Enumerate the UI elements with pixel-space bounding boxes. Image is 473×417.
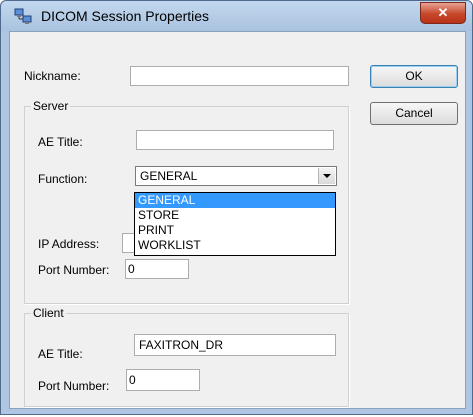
function-option-print[interactable]: PRINT [135,223,335,238]
client-group-title: Client [31,306,66,320]
network-computers-icon [14,8,32,24]
ip-address-label: IP Address: [38,237,100,251]
function-label: Function: [38,172,88,186]
dialog-window: DICOM Session Properties ✕ Nickname: OK … [0,0,473,415]
close-icon: ✕ [437,5,449,20]
function-option-general[interactable]: GENERAL [135,193,335,208]
window-title: DICOM Session Properties [41,8,210,24]
client-ae-title-label: AE Title: [38,347,83,361]
server-port-label: Port Number: [38,263,110,277]
function-option-store[interactable]: STORE [135,208,335,223]
server-group-title: Server [31,99,71,113]
server-ae-title-label: AE Title: [38,135,83,149]
title-bar[interactable]: DICOM Session Properties ✕ [1,1,472,31]
close-button[interactable]: ✕ [420,2,466,24]
function-option-worklist[interactable]: WORKLIST [135,238,335,253]
nickname-label: Nickname: [24,69,81,83]
cancel-button[interactable]: Cancel [370,102,458,125]
function-dropdown-list: GENERAL STORE PRINT WORKLIST [134,192,336,256]
client-ae-title-input[interactable]: FAXITRON_DR [134,334,336,356]
nickname-input[interactable] [130,66,349,86]
function-selected-value: GENERAL [140,169,198,183]
server-ae-title-input[interactable] [136,130,334,150]
server-port-input[interactable]: 0 [125,259,189,279]
chevron-down-icon[interactable] [318,168,335,184]
function-select[interactable]: GENERAL [135,166,337,186]
client-port-label: Port Number: [38,379,110,393]
ok-button[interactable]: OK [370,65,458,88]
client-port-input[interactable]: 0 [126,369,200,391]
